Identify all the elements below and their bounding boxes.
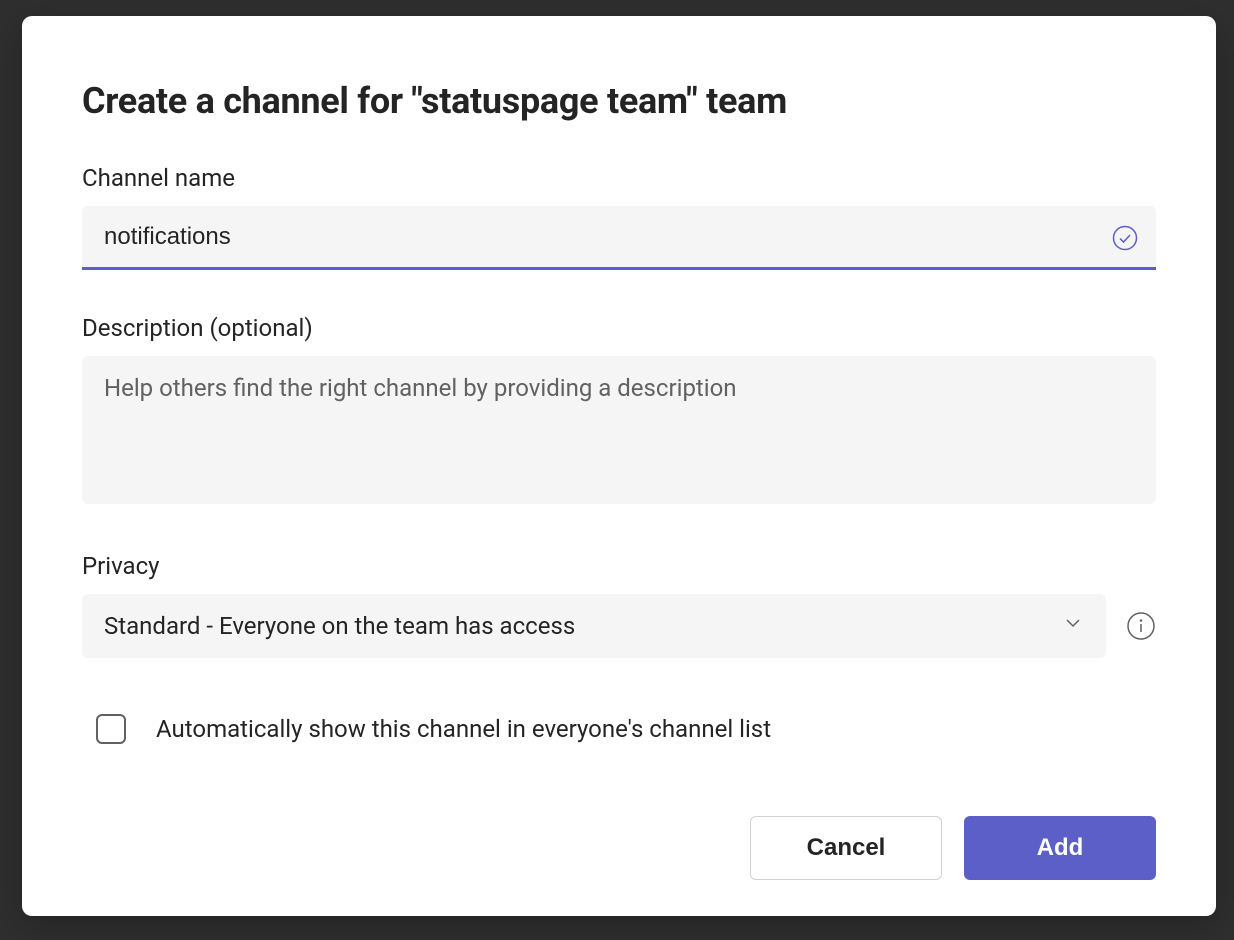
privacy-select[interactable]: Standard - Everyone on the team has acce… — [82, 594, 1106, 658]
cancel-button[interactable]: Cancel — [750, 816, 942, 880]
description-label: Description (optional) — [82, 314, 1156, 342]
modal-title: Create a channel for "statuspage team" t… — [82, 80, 1156, 122]
auto-show-checkbox[interactable] — [96, 714, 126, 744]
info-icon[interactable] — [1126, 611, 1156, 641]
channel-name-input[interactable] — [82, 206, 1156, 270]
auto-show-label[interactable]: Automatically show this channel in every… — [156, 715, 771, 743]
auto-show-row: Automatically show this channel in every… — [96, 714, 1156, 744]
channel-name-input-wrap — [82, 206, 1156, 270]
channel-name-label: Channel name — [82, 164, 1156, 192]
create-channel-modal: Create a channel for "statuspage team" t… — [22, 16, 1216, 916]
chevron-down-icon — [1062, 612, 1084, 640]
privacy-label: Privacy — [82, 552, 1156, 580]
privacy-row: Standard - Everyone on the team has acce… — [82, 594, 1156, 658]
description-wrap — [82, 356, 1156, 508]
modal-footer: Cancel Add — [82, 816, 1156, 880]
privacy-selected-value: Standard - Everyone on the team has acce… — [104, 612, 575, 640]
description-textarea[interactable] — [82, 356, 1156, 504]
add-button[interactable]: Add — [964, 816, 1156, 880]
checkmark-circle-icon — [1112, 225, 1138, 251]
